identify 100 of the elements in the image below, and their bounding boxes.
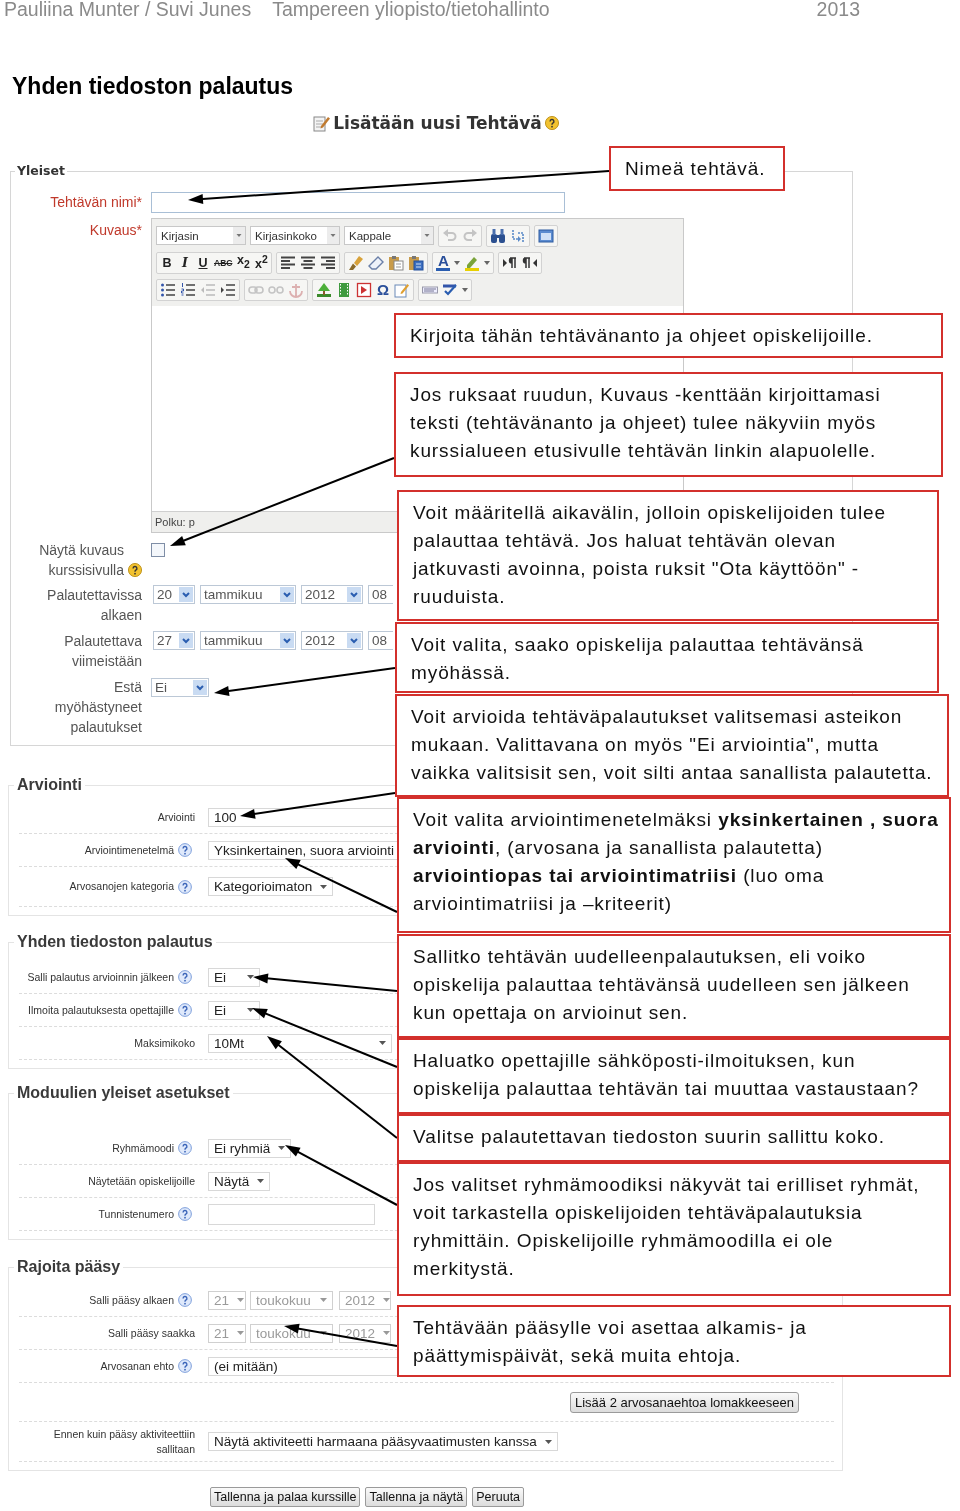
special-character-button[interactable]: Ω <box>376 281 390 298</box>
brush-icon[interactable] <box>348 254 365 271</box>
toolbar-dropdown[interactable]: Kirjasinkoko <box>250 226 340 245</box>
annotation-callout: Jos ruksaat ruudun, Kuvaus -kenttään kirjoittamasi teksti (tehtävänanto ja ohjeet) tulee näkyviin myös kurssialueen etusivulle tehtävän linkin alapuolelle. <box>394 372 943 477</box>
clipboard-document-icon[interactable] <box>408 254 425 271</box>
field-label: Arviointi <box>157 809 195 825</box>
value-field[interactable]: (ei mitään) <box>208 1356 398 1376</box>
help-icon[interactable] <box>178 1141 192 1155</box>
help-icon[interactable] <box>128 563 142 577</box>
field-label: Ennen kuin pääsy aktiviteettiin sallitaan <box>52 1426 195 1457</box>
field-label: Näytä kuvaus kurssisivulla <box>38 541 124 580</box>
chevron-down-icon <box>179 633 193 648</box>
chevron-down-icon <box>347 587 361 602</box>
subscript-button[interactable]: x$_{2}$ <box>236 252 251 273</box>
help-icon[interactable] <box>178 843 192 857</box>
field-label: Salli pääsy saakka <box>108 1325 195 1341</box>
help-icon[interactable] <box>178 879 192 894</box>
align-center-icon[interactable] <box>300 254 317 271</box>
italic-button[interactable]: I <box>178 254 192 271</box>
caret-icon <box>257 1179 265 1183</box>
add-conditions-button[interactable]: Lisää 2 arvosanaehtoa lomakkeeseen <box>570 1391 799 1413</box>
document-pencil-icon <box>312 114 331 132</box>
form-button[interactable]: Tallenna ja näytä <box>365 1487 468 1507</box>
indent-icon[interactable] <box>220 281 236 298</box>
film-strip-icon[interactable] <box>336 281 352 298</box>
underline-button[interactable]: U <box>196 254 210 271</box>
chevron-down-icon <box>179 587 193 602</box>
strikethrough-button[interactable]: ABC <box>214 254 233 271</box>
path-label: Polku: p <box>155 516 195 528</box>
caret-icon <box>383 1331 391 1335</box>
align-left-icon[interactable] <box>280 254 297 271</box>
numbered-list-icon[interactable] <box>180 281 196 298</box>
tree-icon[interactable] <box>316 281 332 298</box>
chevron-down-icon <box>280 633 294 648</box>
dropdown[interactable]: Näytä <box>208 1171 271 1191</box>
eraser-icon[interactable] <box>368 254 385 271</box>
caret-icon[interactable] <box>484 260 491 265</box>
form-title: Lisätään uusi Tehtävä <box>333 113 542 133</box>
dropdown[interactable]: Näytä aktiviteetti harmaana pääsyvaatimusten kanssa <box>208 1432 558 1451</box>
date-dropdown[interactable]: 2012 <box>301 585 363 604</box>
caret-icon[interactable] <box>454 260 461 265</box>
form-button[interactable]: Peruuta <box>472 1487 525 1507</box>
pilcrow-right-icon[interactable] <box>502 254 519 271</box>
field-label: Tehtävän nimi* <box>50 193 142 212</box>
dropdown[interactable]: Ei ryhmiä <box>208 1138 292 1158</box>
field-label: Palautettava viimeistään <box>63 632 142 671</box>
dropdown[interactable]: 10Mt <box>208 1033 392 1053</box>
field-label: Salli pääsy alkaen <box>89 1292 174 1308</box>
caret-icon[interactable] <box>462 287 468 292</box>
text-color-button[interactable]: A <box>436 254 451 271</box>
dropdown[interactable]: Ei <box>151 678 209 697</box>
form-button[interactable]: Tallenna ja palaa kurssille <box>210 1487 361 1507</box>
field-label: Estä myöhästyneet palautukset <box>53 678 142 737</box>
text-input[interactable] <box>208 1203 375 1225</box>
date-dropdown[interactable]: 2012 <box>301 631 363 650</box>
annotation-callout: Haluatko opettajille sähköposti-ilmoituksen, kun opiskelija palauttaa tehtävän tai muuttaa vastaustaan? <box>397 1038 951 1114</box>
clipboard-icon[interactable] <box>388 254 405 271</box>
dropdown[interactable]: Ei <box>208 967 260 987</box>
dotted-arrows-icon[interactable] <box>510 227 526 244</box>
field-label: Arvosanan ehto <box>100 1358 174 1374</box>
help-icon[interactable] <box>178 1359 192 1373</box>
chevron-down-icon <box>193 680 207 695</box>
help-icon[interactable] <box>178 1003 192 1017</box>
value-field[interactable]: 100 <box>208 807 398 827</box>
dropdown[interactable]: Ei <box>208 1000 260 1020</box>
date-dropdown[interactable]: 08 <box>368 585 393 604</box>
annotation-callout: Voit määritellä aikavälin, jolloin opiskelijoiden tulee palauttaa tehtävä. Jos haluat tehtävän olevan jatkuvasti avoinna, poista ruksit "Ota käyttöön" - ruuduista. <box>397 490 939 621</box>
help-icon[interactable] <box>178 970 192 984</box>
toolbar-dropdown[interactable]: Kirjasin <box>156 226 246 245</box>
highlighter-icon[interactable] <box>464 254 481 271</box>
superscript-button[interactable]: x$^{2}$ <box>254 252 269 273</box>
field-label: Arviointimenetelmä <box>84 842 174 858</box>
value-field[interactable]: Yksinkertainen, suora arviointi <box>208 840 398 860</box>
chevron-down-icon <box>280 587 294 602</box>
binoculars-icon[interactable] <box>490 227 506 244</box>
date-dropdown[interactable]: tammikuu <box>200 631 296 650</box>
date-dropdown[interactable]: 27 <box>153 631 195 650</box>
caret-icon <box>320 1298 327 1302</box>
toolbar-dropdown[interactable]: Kappale <box>344 226 434 245</box>
annotation-callout: Sallitko tehtävän uudelleenpalautuksen, eli voiko opiskelija palauttaa tehtävänsä uudelleen sen jälkeen kun opettaja on arvioinut sen. <box>397 934 951 1038</box>
author-names: Pauliina Munter / Suvi Junes <box>4 0 252 20</box>
caret-icon <box>544 1439 552 1444</box>
date-dropdown[interactable]: 20 <box>153 585 195 604</box>
pilcrow-left-icon[interactable] <box>522 254 539 271</box>
date-dropdown[interactable]: tammikuu <box>200 585 296 604</box>
text-input[interactable] <box>151 192 565 213</box>
section-legend: Yhden tiedoston palautus <box>14 932 216 952</box>
play-box-icon[interactable] <box>356 281 372 298</box>
date-dropdown[interactable]: 08 <box>368 631 393 650</box>
checkbox[interactable] <box>151 543 165 557</box>
section-legend: Rajoita pääsy <box>14 1257 124 1277</box>
year-label: 2013 <box>816 0 860 20</box>
help-icon[interactable] <box>544 116 559 130</box>
help-icon[interactable] <box>178 1207 192 1221</box>
bullet-list-icon[interactable] <box>160 281 176 298</box>
align-right-icon[interactable] <box>320 254 337 271</box>
bold-button[interactable]: B <box>160 254 174 271</box>
field-label: Palautettavissa alkaen <box>46 586 142 625</box>
dropdown[interactable]: Kategorioimaton <box>208 877 334 896</box>
annotation-callout: Voit valita arviointimenetelmäksi yksinkertainen , suora arviointi, (arvosana ja sanallista palautetta) arviointiopas tai arviointimatriisi (luo oma arviointimatriisi ja –kriteerit) <box>397 797 951 933</box>
